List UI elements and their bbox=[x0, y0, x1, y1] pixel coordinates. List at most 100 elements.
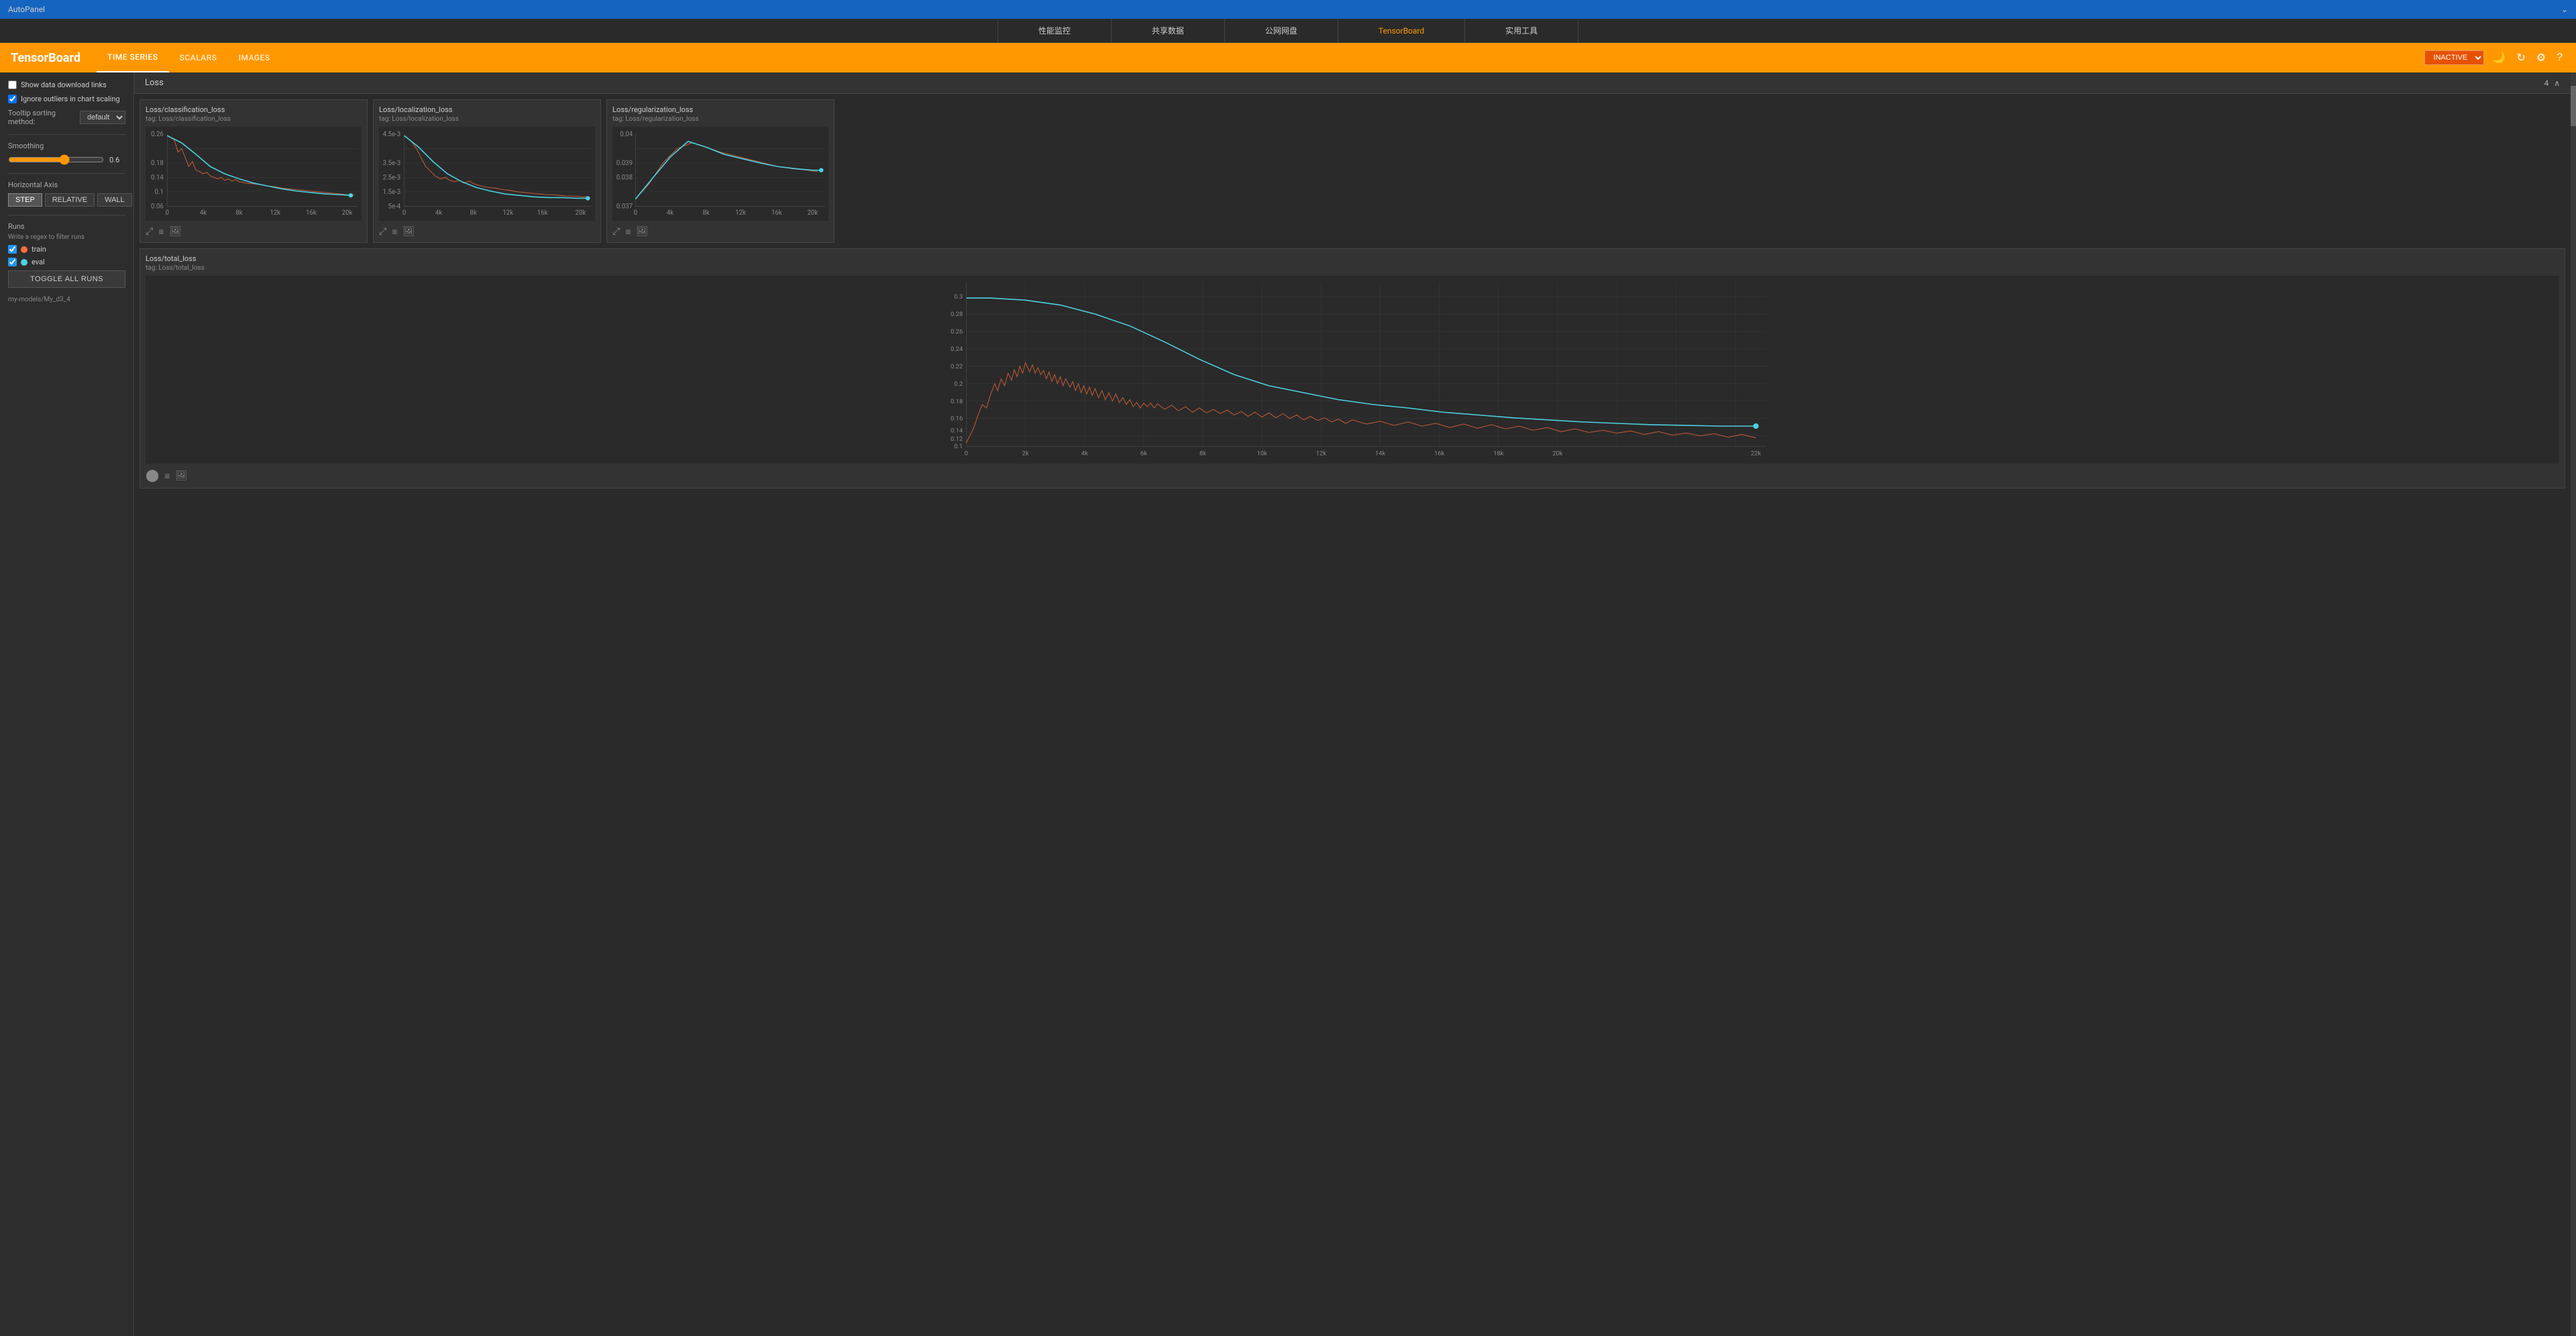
svg-text:10k: 10k bbox=[1257, 450, 1267, 458]
ignore-outliers-label: Ignore outliers in chart scaling bbox=[21, 95, 120, 103]
svg-text:14k: 14k bbox=[1375, 450, 1385, 458]
chart1-title: Loss/classification_loss bbox=[146, 105, 362, 114]
content-area: Loss 4 ∧ Loss/classification_loss tag: L… bbox=[134, 72, 2571, 1336]
tb-right: INACTIVE ACTIVE 🌙 ↻ ⚙ ? bbox=[2424, 48, 2565, 67]
chart3-svg: 0.04 0.039 0.038 0.037 0 4k 8k 12k 16k 2… bbox=[612, 127, 828, 221]
svg-text:12k: 12k bbox=[1316, 450, 1326, 458]
svg-text:0: 0 bbox=[402, 209, 406, 217]
scrollbar-thumb[interactable] bbox=[2571, 86, 2576, 126]
svg-text:2k: 2k bbox=[1022, 450, 1029, 458]
show-download-label: Show data download links bbox=[21, 81, 107, 89]
smoothing-label: Smoothing bbox=[8, 142, 125, 150]
runs-filter-label: Write a regex to filter runs bbox=[8, 234, 125, 241]
svg-text:6k: 6k bbox=[1140, 450, 1147, 458]
svg-text:4k: 4k bbox=[667, 209, 674, 217]
show-download-checkbox[interactable] bbox=[8, 81, 17, 89]
total-loss-image-button[interactable]: 🖼 bbox=[175, 468, 187, 482]
svg-text:0.26: 0.26 bbox=[151, 131, 164, 138]
chart1-data-button[interactable]: ≡ bbox=[158, 225, 164, 237]
chart2-image-button[interactable]: 🖼 bbox=[402, 225, 415, 237]
svg-text:4k: 4k bbox=[435, 209, 442, 217]
run-train-dot bbox=[21, 246, 28, 253]
app-name: AutoPanel bbox=[8, 5, 45, 14]
run-eval-checkbox[interactable] bbox=[8, 258, 17, 266]
svg-text:16k: 16k bbox=[1434, 450, 1444, 458]
chart2-expand-button[interactable]: ⤢ bbox=[379, 225, 386, 237]
svg-text:0.037: 0.037 bbox=[616, 203, 633, 211]
svg-text:0.04: 0.04 bbox=[620, 131, 633, 138]
settings-button[interactable]: ⚙ bbox=[2534, 48, 2548, 67]
axis-wall-button[interactable]: WALL bbox=[97, 193, 132, 207]
theme-toggle-button[interactable]: 🌙 bbox=[2489, 48, 2508, 67]
svg-text:8k: 8k bbox=[1199, 450, 1206, 458]
nav-item-perf[interactable]: 性能监控 bbox=[998, 19, 1112, 42]
runs-label: Runs bbox=[8, 222, 125, 231]
svg-text:0: 0 bbox=[634, 209, 637, 217]
run-train-label: train bbox=[32, 245, 46, 254]
smoothing-value: 0.6 bbox=[109, 156, 125, 164]
ignore-outliers-row: Ignore outliers in chart scaling bbox=[8, 95, 125, 103]
status-select[interactable]: INACTIVE ACTIVE bbox=[2424, 50, 2484, 65]
collapse-icon[interactable]: ∧ bbox=[2554, 79, 2560, 88]
svg-text:0.1: 0.1 bbox=[154, 189, 163, 196]
tab-scalars[interactable]: SCALARS bbox=[169, 43, 228, 72]
axis-step-button[interactable]: STEP bbox=[8, 193, 42, 207]
svg-text:4.5e-3: 4.5e-3 bbox=[383, 131, 401, 138]
show-download-row: Show data download links bbox=[8, 81, 125, 89]
svg-text:20k: 20k bbox=[808, 209, 818, 217]
nav-item-tools[interactable]: 实用工具 bbox=[1465, 19, 1578, 42]
nav-item-tensorboard[interactable]: TensorBoard bbox=[1338, 19, 1465, 42]
chart3-image-button[interactable]: 🖼 bbox=[636, 225, 648, 237]
chart3-subtitle: tag: Loss/regularization_loss bbox=[612, 115, 828, 123]
run-train-row: train bbox=[8, 245, 125, 254]
axis-relative-button[interactable]: RELATIVE bbox=[45, 193, 95, 207]
tooltip-label: Tooltip sorting method: bbox=[8, 109, 74, 126]
chart1-image-button[interactable]: 🖼 bbox=[169, 225, 181, 237]
total-loss-subtitle: tag: Loss/total_loss bbox=[146, 264, 2559, 272]
svg-text:0.26: 0.26 bbox=[951, 328, 963, 336]
total-loss-data-button[interactable]: ≡ bbox=[164, 468, 170, 482]
tooltip-select[interactable]: default bbox=[80, 111, 125, 124]
chart3-data-button[interactable]: ≡ bbox=[625, 225, 631, 237]
smoothing-slider[interactable] bbox=[8, 154, 104, 165]
total-loss-svg: 0.3 0.28 0.26 0.24 0.22 0.2 0.18 0.16 0.… bbox=[146, 276, 2559, 464]
svg-text:4k: 4k bbox=[200, 209, 207, 217]
chart2-data-button[interactable]: ≡ bbox=[392, 225, 397, 237]
run-eval-label: eval bbox=[32, 258, 45, 266]
svg-text:0.038: 0.038 bbox=[616, 174, 633, 182]
toggle-all-button[interactable]: TOGGLE ALL RUNS bbox=[8, 270, 125, 288]
svg-text:0.14: 0.14 bbox=[951, 427, 963, 434]
chart-localization-loss: Loss/localization_loss tag: Loss/localiz… bbox=[373, 99, 601, 243]
svg-text:0.16: 0.16 bbox=[951, 415, 963, 423]
run-eval-dot bbox=[21, 259, 28, 266]
svg-text:16k: 16k bbox=[771, 209, 782, 217]
window-scrollbar[interactable] bbox=[2571, 72, 2576, 1336]
chart-total-loss: Loss/total_loss tag: Loss/total_loss bbox=[140, 248, 2565, 489]
ignore-outliers-checkbox[interactable] bbox=[8, 95, 17, 103]
total-loss-title: Loss/total_loss bbox=[146, 254, 2559, 263]
refresh-button[interactable]: ↻ bbox=[2514, 48, 2528, 67]
svg-text:0.3: 0.3 bbox=[954, 293, 963, 301]
chart1-expand-button[interactable]: ⤢ bbox=[146, 225, 153, 237]
run-train-checkbox[interactable] bbox=[8, 245, 17, 254]
svg-text:5e-4: 5e-4 bbox=[388, 203, 401, 211]
nav-bar: 性能监控 共享数据 公网网盘 TensorBoard 实用工具 bbox=[0, 19, 2576, 43]
svg-text:16k: 16k bbox=[537, 209, 548, 217]
tab-images[interactable]: IMAGES bbox=[227, 43, 280, 72]
loss-count: 4 bbox=[2544, 79, 2548, 88]
chart3-expand-button[interactable]: ⤢ bbox=[612, 225, 620, 237]
chart3-controls: ⤢ ≡ 🖼 bbox=[612, 225, 828, 237]
chart-regularization-loss: Loss/regularization_loss tag: Loss/regul… bbox=[606, 99, 835, 243]
main-layout: Show data download links Ignore outliers… bbox=[0, 72, 2576, 1336]
tb-header: TensorBoard TIME SERIES SCALARS IMAGES I… bbox=[0, 43, 2576, 72]
svg-text:8k: 8k bbox=[470, 209, 476, 217]
svg-text:0.06: 0.06 bbox=[151, 203, 164, 211]
svg-text:12k: 12k bbox=[502, 209, 513, 217]
tab-time-series[interactable]: TIME SERIES bbox=[97, 43, 169, 72]
help-button[interactable]: ? bbox=[2554, 49, 2565, 66]
svg-text:0.039: 0.039 bbox=[616, 160, 633, 167]
svg-text:12k: 12k bbox=[735, 209, 746, 217]
nav-item-disk[interactable]: 公网网盘 bbox=[1225, 19, 1338, 42]
total-loss-circle-button[interactable]: ⬤ bbox=[146, 468, 159, 482]
nav-item-shared[interactable]: 共享数据 bbox=[1112, 19, 1225, 42]
